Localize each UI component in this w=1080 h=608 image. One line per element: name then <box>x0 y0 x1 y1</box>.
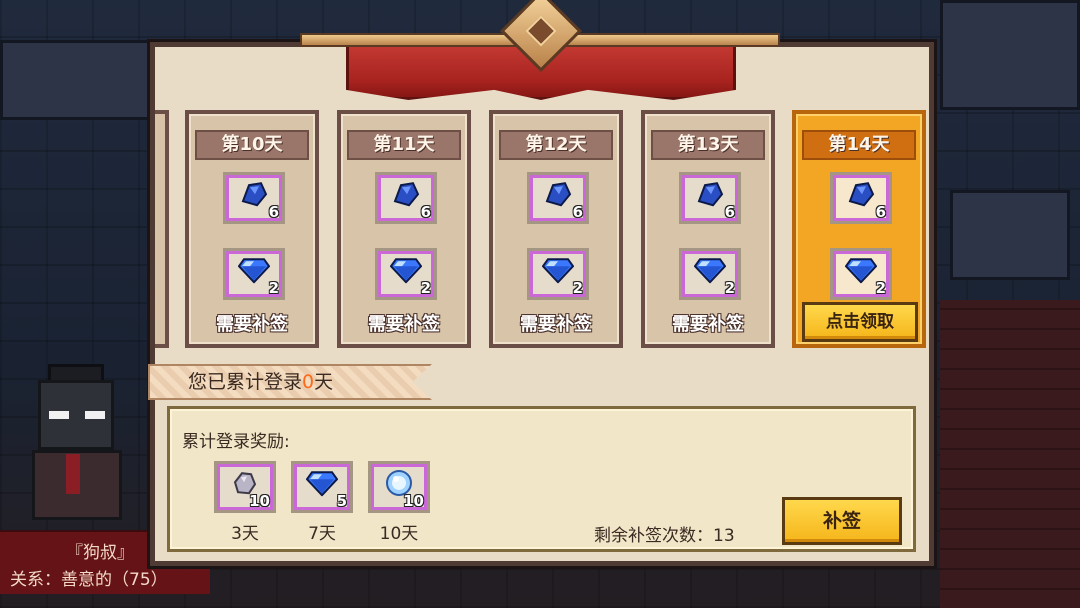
reward-item-slot[interactable]: 10 <box>214 461 276 513</box>
cumulative-reward[interactable]: 10 10天 <box>368 461 430 544</box>
cumulative-title: 累计登录奖励: <box>182 432 290 452</box>
npc-eye <box>49 411 69 419</box>
needs-makeup-label: 需要补签 <box>216 314 288 335</box>
npc-eye <box>85 411 105 419</box>
reward-days-label: 10天 <box>379 524 419 544</box>
reward-item-slot[interactable]: 6 <box>223 172 285 224</box>
day-card[interactable]: 第10天 6 2 需要补签 <box>185 110 319 348</box>
blue-gem-icon <box>541 257 575 287</box>
day-card[interactable]: 第14天 6 2 点击领取 <box>792 110 926 348</box>
day-label: 第10天 <box>195 130 309 160</box>
claim-button[interactable]: 点击领取 <box>802 302 918 342</box>
reward-quantity: 6 <box>875 203 886 221</box>
cumulative-reward-box: 累计登录奖励: 10 3天 5 7天 10 10天 剩余补签次数：13 补签 <box>167 406 916 552</box>
reward-days-label: 7天 <box>308 524 336 544</box>
remaining-makeup-count: 剩余补签次数：13 <box>594 526 735 546</box>
day-card[interactable]: 第13天 6 2 需要补签 <box>641 110 775 348</box>
reward-quantity: 6 <box>724 203 735 221</box>
npc-tie <box>66 454 80 494</box>
cumulative-reward[interactable]: 10 3天 <box>214 461 276 544</box>
reward-quantity: 6 <box>572 203 583 221</box>
background-shelf <box>0 40 150 120</box>
background-shelf <box>940 0 1080 110</box>
reward-quantity: 2 <box>724 279 735 297</box>
day-card-partial <box>155 110 169 348</box>
day-label: 第14天 <box>802 130 916 160</box>
reward-quantity: 2 <box>572 279 583 297</box>
login-suffix: 天 <box>314 371 334 393</box>
blue-ore-icon <box>543 181 573 211</box>
reward-quantity: 10 <box>403 492 424 510</box>
reward-item-slot[interactable]: 6 <box>830 172 892 224</box>
background-window <box>950 190 1070 280</box>
reward-quantity: 6 <box>420 203 431 221</box>
day-label: 第11天 <box>347 130 461 160</box>
npc-relation: 关系：善意的（75） <box>10 570 168 590</box>
day-cards-scroller[interactable]: 第10天 6 2 需要补签 第11天 6 2 需要补签 第12天 6 2 需要补签 第13天 6 2 需要补签… <box>155 108 929 352</box>
reward-item-slot[interactable]: 2 <box>830 248 892 300</box>
panel-header-ribbon <box>290 0 790 110</box>
npc-character <box>20 364 130 530</box>
reward-item-slot[interactable]: 6 <box>527 172 589 224</box>
blue-gem-icon <box>237 257 271 287</box>
background-brick-wall <box>940 300 1080 608</box>
makeup-sign-button[interactable]: 补签 <box>782 497 902 545</box>
reward-days-label: 3天 <box>231 524 259 544</box>
needs-makeup-label: 需要补签 <box>368 314 440 335</box>
reward-quantity: 2 <box>268 279 279 297</box>
reward-quantity: 2 <box>420 279 431 297</box>
blue-ore-icon <box>695 181 725 211</box>
reward-item-slot[interactable]: 2 <box>223 248 285 300</box>
reward-item-slot[interactable]: 10 <box>368 461 430 513</box>
day-card[interactable]: 第11天 6 2 需要补签 <box>337 110 471 348</box>
reward-quantity: 5 <box>336 492 347 510</box>
reward-item-slot[interactable]: 6 <box>375 172 437 224</box>
blue-gem-icon <box>693 257 727 287</box>
cumulative-reward[interactable]: 5 7天 <box>291 461 353 544</box>
day-card[interactable]: 第12天 6 2 需要补签 <box>489 110 623 348</box>
login-count: 0 <box>302 371 315 393</box>
reward-item-slot[interactable]: 6 <box>679 172 741 224</box>
blue-ore-icon <box>846 181 876 211</box>
reward-quantity: 10 <box>249 492 270 510</box>
blue-ore-icon <box>239 181 269 211</box>
reward-item-slot[interactable]: 2 <box>375 248 437 300</box>
day-label: 第12天 <box>499 130 613 160</box>
reward-item-slot[interactable]: 2 <box>527 248 589 300</box>
login-count-banner: 您已累计登录0天 <box>148 364 432 400</box>
reward-item-slot[interactable]: 5 <box>291 461 353 513</box>
blue-gem-icon <box>389 257 423 287</box>
reward-item-slot[interactable]: 2 <box>679 248 741 300</box>
needs-makeup-label: 需要补签 <box>520 314 592 335</box>
blue-gem-icon <box>305 470 339 500</box>
needs-makeup-label: 需要补签 <box>672 314 744 335</box>
login-prefix: 您已累计登录 <box>188 371 303 393</box>
day-label: 第13天 <box>651 130 765 160</box>
blue-gem-icon <box>844 257 878 287</box>
npc-head <box>38 380 114 450</box>
blue-ore-icon <box>391 181 421 211</box>
reward-quantity: 6 <box>268 203 279 221</box>
reward-quantity: 2 <box>875 279 886 297</box>
